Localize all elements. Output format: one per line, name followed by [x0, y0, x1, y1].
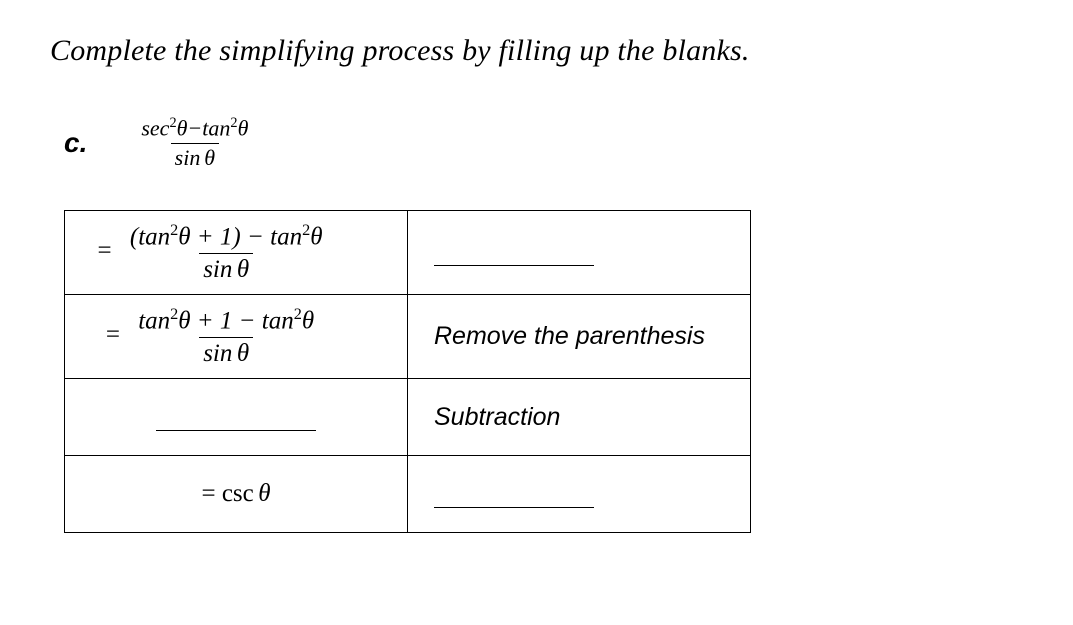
original-expression: sec2θ−tan2θ sinθ — [137, 116, 252, 170]
table-row: Subtraction — [65, 379, 751, 456]
blank-input[interactable] — [434, 238, 594, 267]
step-4-reason-blank[interactable] — [408, 456, 751, 533]
step-3-expression-blank[interactable] — [65, 379, 408, 456]
instruction-text: Complete the simplifying process by fill… — [50, 34, 1023, 68]
step-2-reason: Remove the parenthesis — [408, 295, 751, 379]
problem-statement: c. sec2θ−tan2θ sinθ — [64, 116, 1023, 170]
table-row: = tan2θ + 1 − tan2θ sinθ Remove the pare… — [65, 295, 751, 379]
step-2-expression: = tan2θ + 1 − tan2θ sinθ — [65, 295, 408, 379]
problem-label: c. — [64, 127, 87, 159]
step-3-reason: Subtraction — [408, 379, 751, 456]
table-row: = (tan2θ + 1) − tan2θ sinθ — [65, 210, 751, 294]
step-1-reason-blank[interactable] — [408, 210, 751, 294]
step-1-expression: = (tan2θ + 1) − tan2θ sinθ — [65, 210, 408, 294]
table-row: = cscθ — [65, 456, 751, 533]
simplification-table: = (tan2θ + 1) − tan2θ sinθ = tan2θ + 1 −… — [64, 210, 751, 534]
blank-input[interactable] — [434, 480, 594, 509]
blank-input[interactable] — [156, 403, 316, 432]
step-4-expression: = cscθ — [65, 456, 408, 533]
